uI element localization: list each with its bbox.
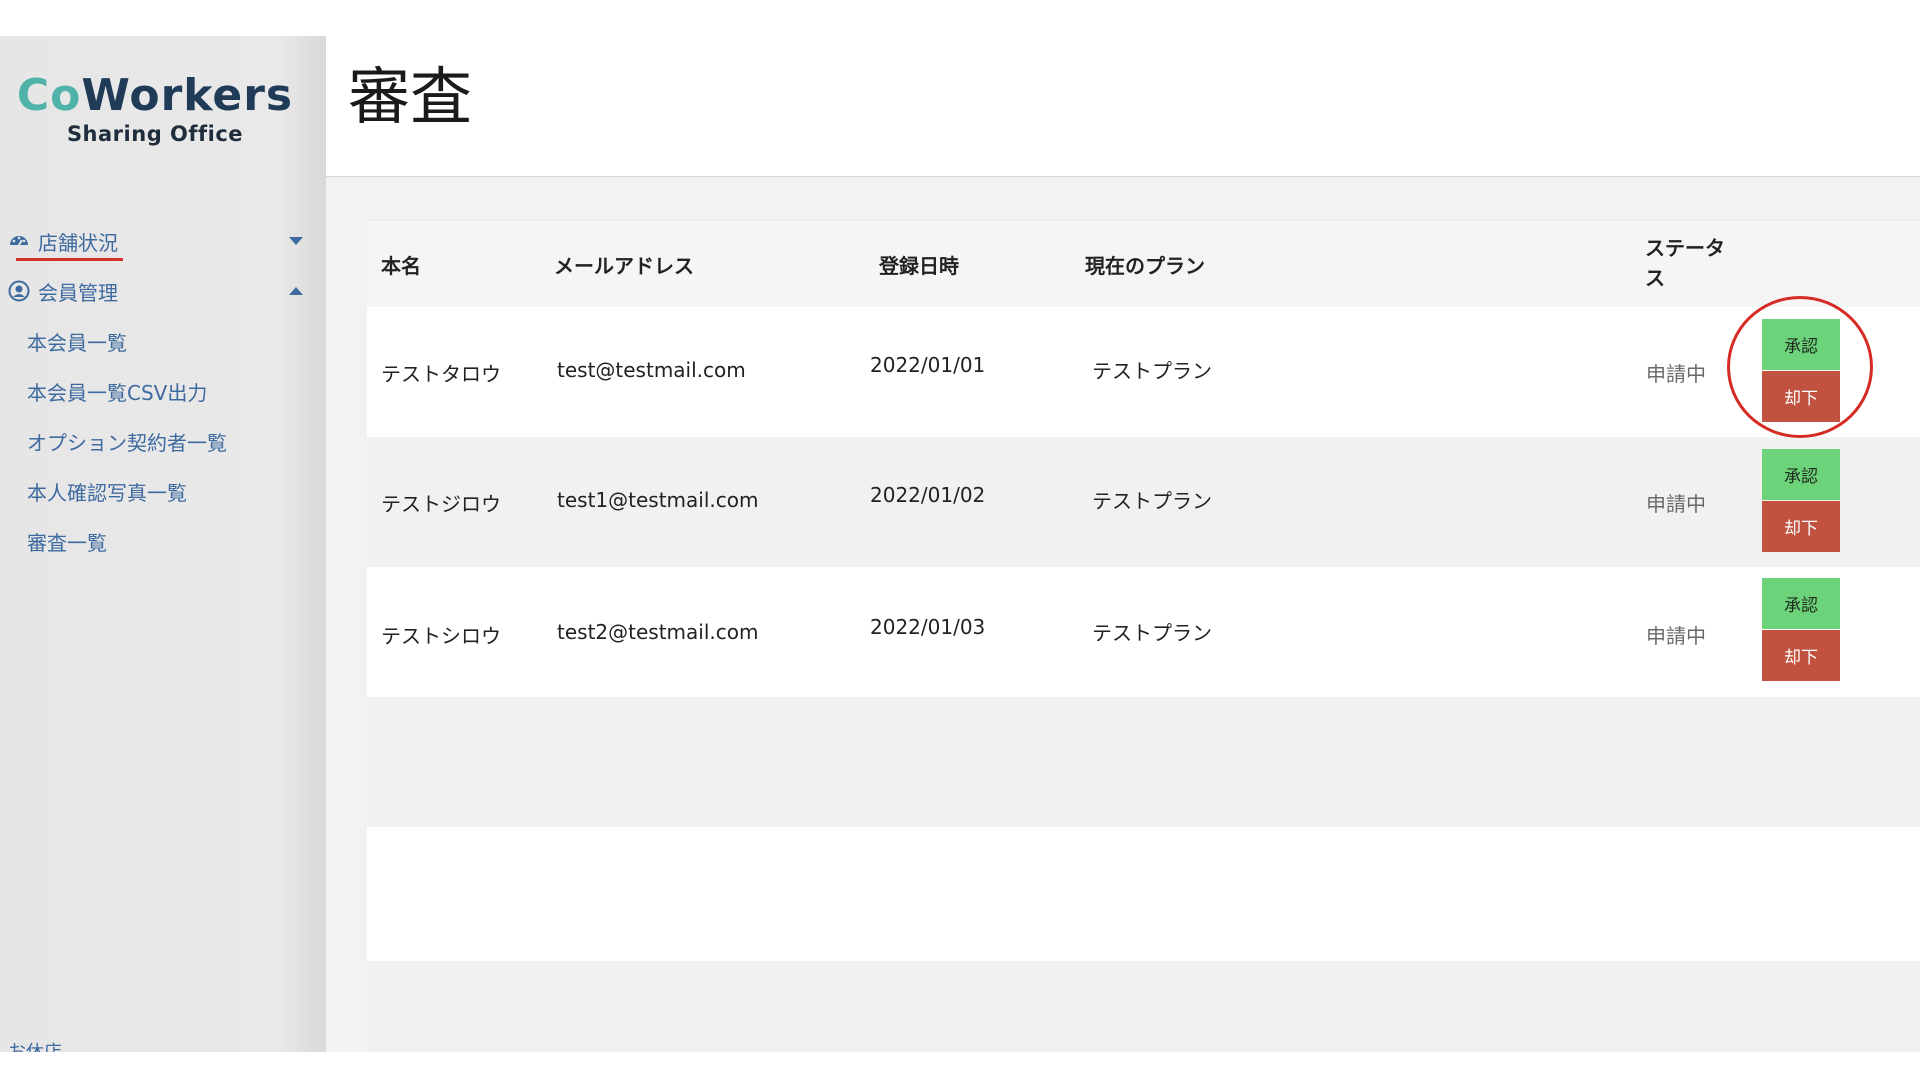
column-header-registered: 登録日時 <box>879 254 959 278</box>
sidebar-item-label: オプション契約者一覧 <box>27 430 227 455</box>
cell-name: テストシロウ <box>381 624 501 648</box>
table-row: テストタロウ test@testmail.com 2022/01/01 テストプ… <box>367 307 1920 437</box>
user-circle-icon <box>8 280 30 302</box>
sidebar-item-id-photos[interactable]: 本人確認写真一覧 <box>0 466 310 516</box>
empty-row <box>367 961 1920 1052</box>
empty-row <box>367 827 1920 961</box>
app-frame: CoWorkers Sharing Office 店舗状況 会員管理 本会員一覧… <box>0 36 1920 1052</box>
approve-button[interactable]: 承認 <box>1762 319 1840 370</box>
sidebar-item-label: 審査一覧 <box>27 530 107 555</box>
sidebar-group-member-management[interactable]: 会員管理 <box>0 266 310 316</box>
column-header-status-line2: ス <box>1645 266 1665 290</box>
brand-logo[interactable]: CoWorkers Sharing Office <box>0 72 310 147</box>
active-item-underline <box>16 258 123 261</box>
dashboard-gauge-icon <box>8 230 30 252</box>
logo-workers: Workers <box>81 70 294 121</box>
sidebar-nav: 店舗状況 会員管理 本会員一覧 本会員一覧CSV出力 オプション契約者一覧 本人… <box>0 216 310 566</box>
column-header-plan: 現在のプラン <box>1085 254 1205 278</box>
reject-button[interactable]: 却下 <box>1762 630 1840 681</box>
cell-name: テストタロウ <box>381 362 501 386</box>
cell-registered: 2022/01/01 <box>870 353 986 377</box>
logo-wordmark: CoWorkers <box>0 72 310 120</box>
column-header-name: 本名 <box>381 254 421 278</box>
sidebar-group-label: 会員管理 <box>38 280 118 305</box>
cell-plan: テストプラン <box>1092 621 1212 645</box>
empty-row <box>367 697 1920 827</box>
reject-button[interactable]: 却下 <box>1762 371 1840 422</box>
cell-registered: 2022/01/02 <box>870 483 986 507</box>
approve-button[interactable]: 承認 <box>1762 578 1840 629</box>
sidebar: CoWorkers Sharing Office 店舗状況 会員管理 本会員一覧… <box>0 36 326 1052</box>
logo-co: Co <box>16 70 82 121</box>
page-title: 審査 <box>348 60 473 133</box>
sidebar-item-label: 本会員一覧 <box>27 330 127 355</box>
cell-email: test@testmail.com <box>557 358 746 382</box>
logo-subtitle: Sharing Office <box>66 122 244 146</box>
table-header: 本名 メールアドレス 登録日時 現在のプラン ステータ ス <box>367 220 1920 309</box>
sidebar-item-review-list[interactable]: 審査一覧 <box>0 258 310 566</box>
table-row: テストシロウ test2@testmail.com 2022/01/03 テスト… <box>367 567 1920 697</box>
chevron-down-icon <box>289 237 303 245</box>
review-table: 本名 メールアドレス 登録日時 現在のプラン ステータ ス テストタロウ tes… <box>367 220 1920 1052</box>
cell-status: 申請中 <box>1646 492 1706 516</box>
sidebar-item-label: 本人確認写真一覧 <box>27 480 187 505</box>
reject-button[interactable]: 却下 <box>1762 501 1840 552</box>
cell-status: 申請中 <box>1646 362 1706 386</box>
column-header-status-line1: ステータ <box>1645 236 1725 260</box>
cell-email: test1@testmail.com <box>557 488 759 512</box>
table-row: テストジロウ test1@testmail.com 2022/01/02 テスト… <box>367 437 1920 567</box>
cell-email: test2@testmail.com <box>557 620 759 644</box>
cell-registered: 2022/01/03 <box>870 615 986 639</box>
sidebar-group-label: 店舗状況 <box>38 230 118 255</box>
sidebar-item-option-contracts[interactable]: オプション契約者一覧 <box>0 416 310 466</box>
approve-button[interactable]: 承認 <box>1762 449 1840 500</box>
cell-status: 申請中 <box>1646 624 1706 648</box>
column-header-status: ステータ ス <box>1645 233 1735 293</box>
main-content: 本名 メールアドレス 登録日時 現在のプラン ステータ ス テストタロウ tes… <box>326 177 1920 1052</box>
sidebar-item-label: 本会員一覧CSV出力 <box>27 380 208 405</box>
sidebar-item-partial[interactable]: お休店 <box>8 1038 62 1052</box>
cell-name: テストジロウ <box>381 492 501 516</box>
column-header-email: メールアドレス <box>554 254 694 278</box>
sidebar-item-members-csv[interactable]: 本会員一覧CSV出力 <box>0 366 310 416</box>
sidebar-item-members[interactable]: 本会員一覧 <box>0 316 310 366</box>
cell-plan: テストプラン <box>1092 359 1212 383</box>
chevron-up-icon <box>289 287 303 295</box>
cell-plan: テストプラン <box>1092 489 1212 513</box>
page-header: 審査 <box>326 36 1920 177</box>
